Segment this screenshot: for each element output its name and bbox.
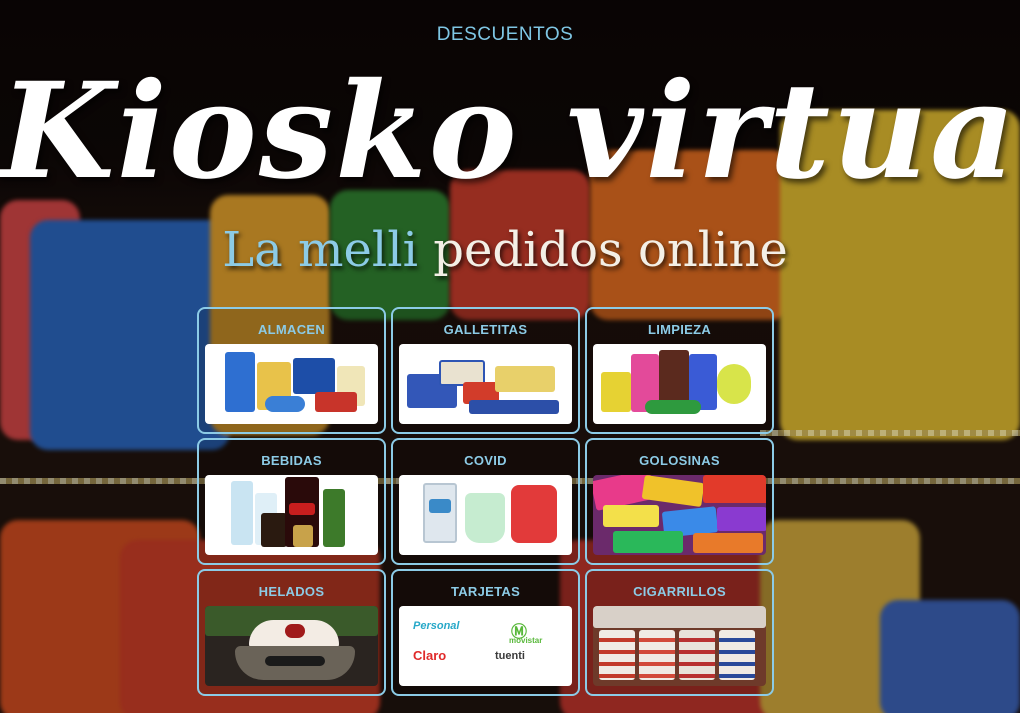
grocery-products-image — [205, 344, 378, 424]
category-card-bebidas[interactable]: BEBIDAS — [197, 438, 386, 565]
category-card-helados[interactable]: HELADOS — [197, 569, 386, 696]
movistar-logo: Ⓜmovistar — [509, 624, 543, 645]
category-card-limpieza[interactable]: LIMPIEZA — [585, 307, 774, 434]
category-card-almacen[interactable]: ALMACEN — [197, 307, 386, 434]
category-card-covid[interactable]: COVID — [391, 438, 580, 565]
category-label: COVID — [464, 453, 507, 468]
tuenti-logo: tuenti — [495, 650, 525, 662]
ice-cream-image — [205, 606, 378, 686]
category-card-golosinas[interactable]: GOLOSINAS — [585, 438, 774, 565]
category-label: LIMPIEZA — [647, 322, 712, 337]
movistar-logo-text: movistar — [509, 636, 543, 645]
category-label: GOLOSINAS — [639, 453, 720, 468]
category-card-cigarrillos[interactable]: CIGARRILLOS — [585, 569, 774, 696]
subtitle-text: pedidos online — [433, 222, 788, 278]
page-title: Kiosko virtual — [0, 54, 1020, 209]
page-subtitle: La melli pedidos online — [0, 226, 1010, 274]
phone-cards-image: Personal Ⓜmovistar Claro tuenti — [399, 606, 572, 686]
personal-logo: Personal — [413, 620, 460, 632]
category-label: HELADOS — [258, 584, 325, 599]
cookies-image — [399, 344, 572, 424]
claro-logo: Claro — [413, 648, 447, 663]
category-label: CIGARRILLOS — [633, 584, 726, 599]
category-card-tarjetas[interactable]: TARJETAS Personal Ⓜmovistar Claro tuenti — [391, 569, 580, 696]
sanitizer-mask-image — [399, 475, 572, 555]
candies-image — [593, 475, 766, 555]
category-grid: ALMACEN GALLETITAS LIMPIEZA BEBIDAS COVI… — [197, 307, 774, 696]
discounts-link[interactable]: DESCUENTOS — [0, 24, 1010, 46]
category-label: TARJETAS — [450, 584, 521, 599]
drinks-image — [205, 475, 378, 555]
category-label: ALMACEN — [257, 322, 326, 337]
brand-name: La melli — [222, 222, 418, 278]
category-label: BEBIDAS — [261, 453, 322, 468]
cleaning-products-image — [593, 344, 766, 424]
category-card-galletitas[interactable]: GALLETITAS — [391, 307, 580, 434]
category-label: GALLETITAS — [443, 322, 528, 337]
cigarettes-image — [593, 606, 766, 686]
